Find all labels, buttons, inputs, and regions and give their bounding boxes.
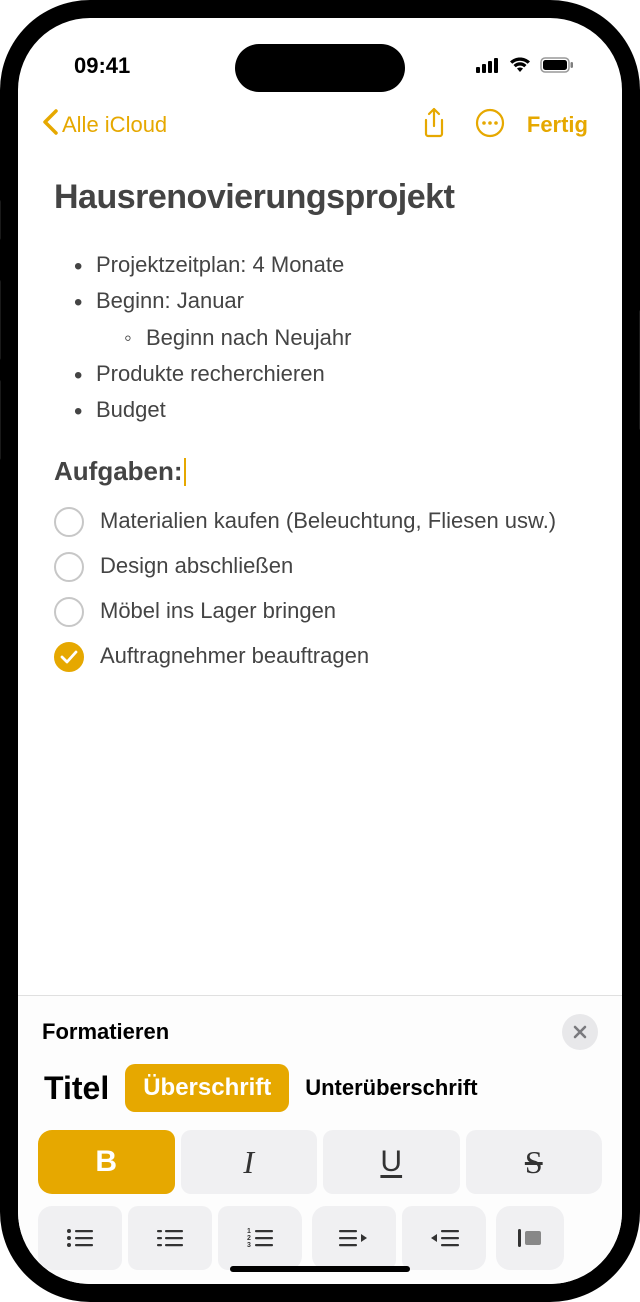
checklist-label: Auftragnehmer beauftragen	[100, 641, 586, 672]
home-indicator[interactable]	[230, 1266, 410, 1272]
cellular-icon	[476, 53, 500, 79]
text-cursor	[184, 458, 187, 486]
underline-button[interactable]: U	[323, 1130, 460, 1194]
list-item: Produkte recherchieren	[74, 356, 586, 392]
strikethrough-button[interactable]: S	[466, 1130, 603, 1194]
battery-icon	[540, 53, 574, 79]
paragraph-style-row: Titel Überschrift Unterüberschrift	[38, 1064, 602, 1112]
svg-text:2: 2	[247, 1235, 251, 1242]
navigation-bar: Alle iCloud Fertig	[18, 98, 622, 158]
format-panel: Formatieren Titel Überschrift Unterübers…	[18, 995, 622, 1284]
indent-button[interactable]	[402, 1206, 486, 1270]
svg-text:1: 1	[247, 1228, 251, 1235]
bullet-list-button[interactable]	[38, 1206, 122, 1270]
checkbox-unchecked-icon[interactable]	[54, 507, 84, 537]
checklist-label: Möbel ins Lager bringen	[100, 596, 586, 627]
back-label: Alle iCloud	[62, 112, 167, 138]
block-quote-button[interactable]	[496, 1206, 564, 1270]
status-time: 09:41	[74, 53, 130, 79]
style-subheading-button[interactable]: Unterüberschrift	[305, 1075, 477, 1101]
bold-button[interactable]: B	[38, 1130, 175, 1194]
numbered-list-button[interactable]: 123	[218, 1206, 302, 1270]
checklist-item: Möbel ins Lager bringen	[54, 596, 586, 627]
checklist-item: Materialien kaufen (Beleuchtung, Fliesen…	[54, 506, 586, 537]
list-item: Beginn: Januar Beginn nach Neujahr	[74, 283, 586, 356]
wifi-icon	[508, 53, 532, 79]
note-title: Hausrenovierungsprojekt	[54, 178, 586, 217]
list-item: Budget	[74, 392, 586, 428]
checklist: Materialien kaufen (Beleuchtung, Fliesen…	[54, 506, 586, 672]
style-heading-button[interactable]: Überschrift	[125, 1064, 289, 1112]
inline-style-row: B I U S	[38, 1130, 602, 1194]
back-button[interactable]: Alle iCloud	[42, 109, 167, 141]
note-content[interactable]: Hausrenovierungsprojekt Projektzeitplan:…	[18, 158, 622, 995]
chevron-left-icon	[42, 109, 58, 141]
outdent-button[interactable]	[312, 1206, 396, 1270]
italic-button[interactable]: I	[181, 1130, 318, 1194]
done-button[interactable]: Fertig	[527, 112, 588, 138]
checklist-item: Design abschließen	[54, 551, 586, 582]
checkbox-unchecked-icon[interactable]	[54, 597, 84, 627]
more-icon[interactable]	[475, 108, 505, 143]
checklist-label: Design abschließen	[100, 551, 586, 582]
format-panel-title: Formatieren	[42, 1019, 169, 1045]
section-heading: Aufgaben:	[54, 456, 186, 487]
checklist-label: Materialien kaufen (Beleuchtung, Fliesen…	[100, 506, 586, 537]
style-title-button[interactable]: Titel	[44, 1070, 109, 1107]
dash-list-button[interactable]	[128, 1206, 212, 1270]
list-item: Projektzeitplan: 4 Monate	[74, 247, 586, 283]
share-icon[interactable]	[421, 107, 447, 144]
svg-text:3: 3	[247, 1242, 251, 1249]
bullet-list: Projektzeitplan: 4 Monate Beginn: Januar…	[54, 247, 586, 428]
list-item: Beginn nach Neujahr	[124, 320, 586, 356]
checkbox-checked-icon[interactable]	[54, 642, 84, 672]
checkbox-unchecked-icon[interactable]	[54, 552, 84, 582]
dynamic-island	[235, 44, 405, 92]
checklist-item: Auftragnehmer beauftragen	[54, 641, 586, 672]
list-style-row: 123	[38, 1206, 602, 1270]
close-icon[interactable]	[562, 1014, 598, 1050]
